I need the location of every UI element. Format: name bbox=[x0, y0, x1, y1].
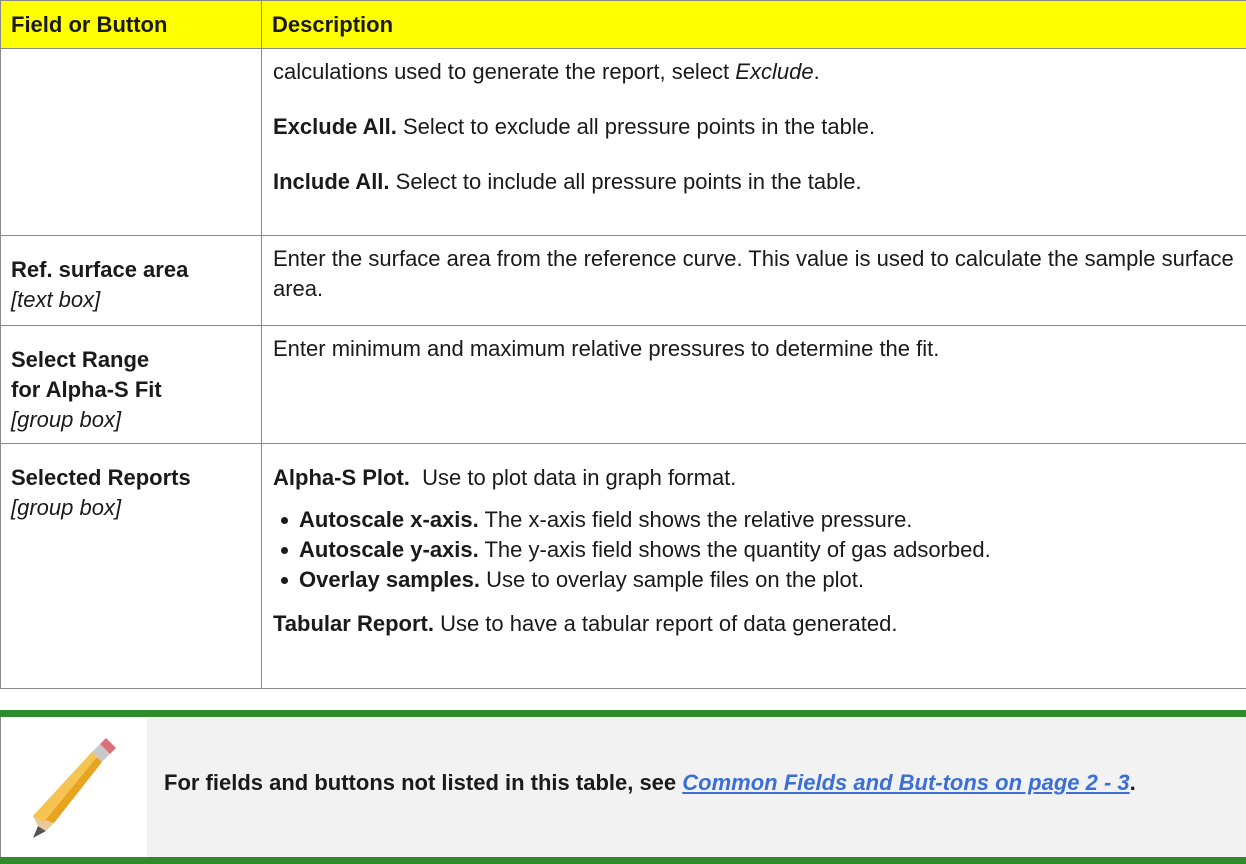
field-name: Selected Reports bbox=[11, 465, 191, 490]
pencil-icon bbox=[33, 738, 116, 838]
field-cell: Ref. surface area [text box] bbox=[0, 235, 262, 326]
header-description: Description bbox=[261, 0, 1246, 49]
field-description-table: Field or Button Description calculations… bbox=[0, 0, 1246, 689]
field-cell-empty bbox=[0, 48, 262, 236]
table-row: Selected Reports [group box] Alpha-S Plo… bbox=[0, 443, 1246, 689]
description-cell: Alpha-S Plot. Use to plot data in graph … bbox=[261, 443, 1246, 689]
note-left-border bbox=[0, 717, 1, 857]
field-type: [group box] bbox=[11, 407, 122, 432]
list-item: Autoscale y-axis. The y-axis field shows… bbox=[273, 535, 1236, 565]
field-cell: Select Range for Alpha-S Fit [group box] bbox=[0, 325, 262, 444]
common-fields-link[interactable]: Common Fields and But-tons on page 2 - 3 bbox=[682, 770, 1129, 795]
table-row: Select Range for Alpha-S Fit [group box]… bbox=[0, 325, 1246, 444]
bullet-icon bbox=[281, 517, 288, 524]
bullet-icon bbox=[281, 547, 288, 554]
note-bottom-bar bbox=[0, 857, 1246, 864]
tabular-report-line: Tabular Report. Use to have a tabular re… bbox=[273, 611, 898, 636]
field-cell: Selected Reports [group box] bbox=[0, 443, 262, 689]
header-field: Field or Button bbox=[0, 0, 262, 49]
field-name: Ref. surface area bbox=[11, 257, 189, 282]
note-text: For fields and buttons not listed in thi… bbox=[164, 770, 1136, 795]
description-cell: calculations used to generate the report… bbox=[261, 48, 1246, 236]
field-name-line2: for Alpha-S Fit bbox=[11, 377, 162, 402]
field-name-line1: Select Range bbox=[11, 347, 150, 372]
table-row: calculations used to generate the report… bbox=[0, 48, 1246, 236]
alpha-s-plot-line: Alpha-S Plot. Use to plot data in graph … bbox=[273, 465, 737, 490]
list-item: Overlay samples. Use to overlay sample f… bbox=[273, 565, 1236, 595]
list-item: Autoscale x-axis. The x-axis field shows… bbox=[273, 505, 1236, 535]
field-type: [group box] bbox=[11, 495, 122, 520]
table-row: Ref. surface area [text box] Enter the s… bbox=[0, 235, 1246, 326]
field-type: [text box] bbox=[11, 287, 101, 312]
include-all-line: Include All. Select to include all press… bbox=[273, 169, 862, 194]
description-text: Enter the surface area from the referenc… bbox=[273, 246, 1234, 301]
table-header-row: Field or Button Description bbox=[0, 0, 1246, 49]
description-cell: Enter the surface area from the referenc… bbox=[261, 235, 1246, 326]
continued-line: calculations used to generate the report… bbox=[273, 59, 820, 84]
note-top-bar bbox=[0, 710, 1246, 717]
alpha-options-list: Autoscale x-axis. The x-axis field shows… bbox=[273, 505, 1236, 595]
description-text: Enter minimum and maximum relative press… bbox=[273, 336, 940, 361]
description-cell: Enter minimum and maximum relative press… bbox=[261, 325, 1246, 444]
exclude-all-line: Exclude All. Select to exclude all press… bbox=[273, 114, 876, 139]
bullet-icon bbox=[281, 577, 288, 584]
